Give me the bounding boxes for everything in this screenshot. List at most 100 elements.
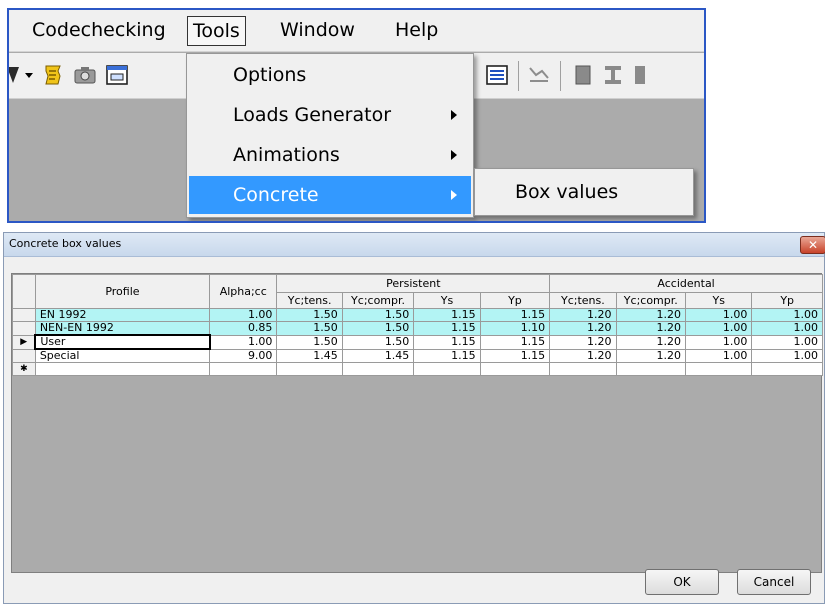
cell-value[interactable]: 1.15 [413,348,481,363]
menu-tools[interactable]: Tools [187,16,246,46]
menu-item-label: Options [233,64,307,86]
column-header-persistent-yc-compr[interactable]: Yc;compr. [341,292,415,309]
cell-value[interactable]: 1.50 [341,308,415,322]
cell-value[interactable]: 1.00 [209,308,278,322]
menu-window[interactable]: Window [275,16,360,46]
cell-value[interactable] [341,362,415,376]
cell-value[interactable] [685,362,753,376]
column-header-persistent-yc-tens[interactable]: Yc;tens. [276,292,343,309]
column-header-accidental-yc-compr[interactable]: Yc;compr. [615,292,687,309]
cell-value[interactable]: 1.00 [685,334,753,350]
toolbar-separator [560,61,561,91]
print-window-icon[interactable] [105,63,129,87]
cell-profile[interactable] [34,362,211,376]
cell-value[interactable]: 1.00 [751,334,823,350]
cell-value[interactable]: 0.85 [209,321,278,336]
cell-profile[interactable]: User [34,334,211,350]
dropdown-arrow-icon[interactable] [23,63,35,87]
cell-value[interactable]: 1.50 [276,334,343,350]
chart-icon[interactable] [527,63,551,87]
submenu-arrow-icon [451,150,457,160]
cell-value[interactable]: 1.50 [276,321,343,336]
column-header-alpha[interactable]: Alpha;cc [209,274,278,309]
camera-icon[interactable] [73,63,97,87]
close-button[interactable]: ✕ [800,236,825,254]
cell-value[interactable]: 1.00 [751,308,823,322]
i-beam-icon[interactable] [601,63,625,87]
cell-value[interactable]: 1.20 [549,348,617,363]
cell-value[interactable]: 1.00 [685,308,753,322]
cell-value[interactable]: 1.20 [549,321,617,336]
cell-value[interactable]: 1.50 [341,334,415,350]
cell-value[interactable]: 1.20 [615,321,687,336]
cell-value[interactable]: 1.50 [276,308,343,322]
cell-value[interactable]: 1.20 [549,308,617,322]
row-selector[interactable] [12,348,36,363]
section-profile-icon[interactable] [633,63,647,87]
cell-profile[interactable]: NEN-EN 1992 [34,321,211,336]
list-view-icon[interactable] [485,63,509,87]
dialog-titlebar[interactable]: Concrete box values ✕ [4,233,825,257]
row-selector[interactable] [12,308,36,322]
row-selector-header [12,274,36,309]
cell-value[interactable]: 1.15 [413,321,481,336]
cell-profile[interactable]: Special [34,348,211,363]
column-header-profile[interactable]: Profile [34,274,211,309]
table-row[interactable]: NEN-EN 1992 0.85 1.50 1.50 1.15 1.10 1.20 1.20 1… [12,321,823,336]
menu-item-box-values[interactable]: Box values [515,181,618,203]
menu-item-concrete[interactable]: Concrete [189,176,471,214]
column-header-persistent-yp[interactable]: Yp [479,292,551,309]
cell-value[interactable]: 1.00 [209,334,278,350]
column-header-accidental-yc-tens[interactable]: Yc;tens. [549,292,617,309]
cell-value[interactable] [209,362,278,376]
cell-value[interactable]: 1.45 [276,348,343,363]
cell-value[interactable] [615,362,687,376]
box-values-grid: Profile Alpha;cc Persistent Accidental Y… [12,274,823,376]
table-row[interactable]: ✱ [12,362,823,376]
section-box-icon[interactable] [571,63,595,87]
cell-value[interactable]: 1.15 [479,348,551,363]
cell-value[interactable]: 1.20 [615,308,687,322]
cell-value[interactable]: 1.15 [479,308,551,322]
new-row-indicator[interactable]: ✱ [12,362,36,376]
menu-help[interactable]: Help [390,16,443,46]
cell-profile[interactable]: EN 1992 [34,308,211,322]
cell-value[interactable]: 9.00 [209,348,278,363]
table-row[interactable]: EN 1992 1.00 1.50 1.50 1.15 1.15 1.20 1.20 1.00 1… [12,308,823,322]
cell-value[interactable]: 1.45 [341,348,415,363]
table-row[interactable]: Special 9.00 1.45 1.45 1.15 1.15 1.20 1.20 1.00 1… [12,348,823,363]
concrete-submenu: Box values [474,168,694,216]
cell-value[interactable]: 1.00 [685,348,753,363]
cell-value[interactable]: 1.00 [751,348,823,363]
cell-value[interactable]: 1.00 [685,321,753,336]
column-header-accidental-yp[interactable]: Yp [751,292,823,309]
cell-value[interactable] [751,362,823,376]
cell-value[interactable]: 1.10 [479,321,551,336]
menu-item-options[interactable]: Options [189,56,471,94]
cell-value[interactable]: 1.15 [413,334,481,350]
script-icon[interactable] [41,63,65,87]
cell-value[interactable] [549,362,617,376]
cell-value[interactable]: 1.20 [615,348,687,363]
menu-codechecking[interactable]: Codechecking [27,16,171,46]
menu-item-animations[interactable]: Animations [189,136,471,174]
column-header-accidental-ys[interactable]: Ys [685,292,753,309]
cell-value[interactable]: 1.20 [549,334,617,350]
menu-item-loads-generator[interactable]: Loads Generator [189,96,471,134]
cell-value[interactable]: 1.15 [479,334,551,350]
table-row[interactable]: ▶ User 1.00 1.50 1.50 1.15 1.15 1.20 1.20 1.00 1.0… [12,334,823,350]
cell-value[interactable] [276,362,343,376]
column-header-persistent-ys[interactable]: Ys [413,292,481,309]
cell-value[interactable]: 1.15 [413,308,481,322]
cancel-button[interactable]: Cancel [737,569,811,595]
cell-value[interactable]: 1.20 [615,334,687,350]
cell-value[interactable]: 1.50 [341,321,415,336]
concrete-box-values-dialog: Concrete box values ✕ Profile Alpha;cc P… [3,232,825,604]
current-row-indicator[interactable]: ▶ [12,334,36,350]
ok-button[interactable]: OK [645,569,719,595]
cell-value[interactable] [413,362,481,376]
row-selector[interactable] [12,321,36,336]
cell-value[interactable]: 1.00 [751,321,823,336]
cell-value[interactable] [479,362,551,376]
application-window: Codechecking Tools Window Help Options L… [7,8,706,223]
